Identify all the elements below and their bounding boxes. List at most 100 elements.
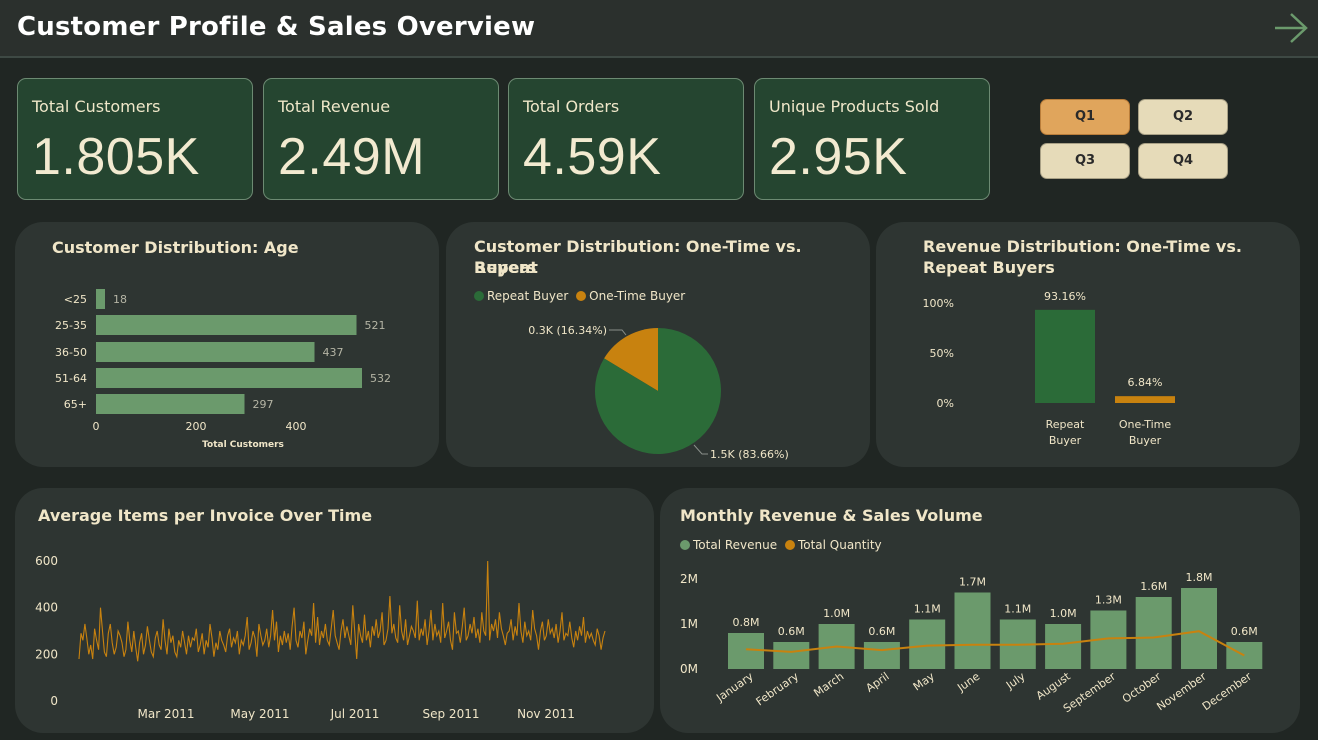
combo-bar — [909, 619, 946, 669]
age-category-label: 51-64 — [55, 372, 87, 385]
age-bar — [96, 368, 362, 388]
rev-data-label: 6.84% — [1128, 376, 1163, 389]
combo-x-tick: May — [911, 670, 937, 694]
age-x-axis-label: Total Customers — [202, 440, 284, 450]
combo-data-label: 0.6M — [868, 625, 895, 638]
line-x-tick: May 2011 — [230, 707, 289, 721]
combo-y-tick: 2M — [680, 572, 698, 586]
combo-data-label: 1.6M — [1140, 580, 1167, 593]
combo-x-tick: June — [954, 670, 982, 695]
combo-y-tick: 0M — [680, 662, 698, 676]
age-category-label: 36-50 — [55, 346, 87, 359]
line-x-tick: Mar 2011 — [138, 707, 195, 721]
age-bar — [96, 394, 245, 414]
quarter-button-q4[interactable]: Q4 — [1138, 143, 1228, 179]
arrow-right-icon[interactable] — [1272, 10, 1310, 46]
buyer-distribution-card: Customer Distribution: One-Time vs. Repe… — [446, 222, 870, 467]
line-y-tick: 400 — [35, 601, 58, 615]
age-x-tick: 400 — [286, 420, 307, 433]
revenue-distribution-card: Revenue Distribution: One-Time vs. Repea… — [876, 222, 1300, 467]
buyer-pie-chart: 0.3K (16.34%) 1.5K (83.66%) — [528, 324, 789, 461]
line-y-tick: 0 — [50, 694, 58, 708]
kpi-label: Total Orders — [523, 97, 620, 116]
items-per-invoice-card: Average Items per Invoice Over Time 0 200… — [15, 488, 654, 733]
combo-data-label: 1.8M — [1186, 571, 1213, 584]
combo-data-label: 0.6M — [1231, 625, 1258, 638]
kpi-value: 2.95K — [769, 128, 908, 186]
combo-bar — [1045, 624, 1082, 669]
pie-label-one-time: 0.3K (16.34%) — [528, 324, 607, 337]
age-value-label: 521 — [365, 319, 386, 332]
combo-bar — [1181, 588, 1217, 669]
age-bar — [96, 342, 315, 362]
combo-x-tick: December — [1200, 670, 1255, 714]
age-bar-chart: <25 18 25-35 521 36-50 437 51-64 532 65+ 297 0 200 4… — [55, 289, 391, 450]
age-category-label: 65+ — [64, 398, 87, 411]
combo-data-label: 0.6M — [778, 625, 805, 638]
monthly-combo-chart: 2M 1M 0M 0.8M January 0.6M February 1.0M March 0.… — [680, 571, 1263, 715]
combo-bar — [1226, 642, 1263, 669]
kpi-total-revenue: Total Revenue 2.49M — [263, 78, 499, 200]
combo-data-label: 1.0M — [1050, 607, 1077, 620]
age-value-label: 437 — [323, 346, 344, 359]
age-category-label: 25-35 — [55, 319, 87, 332]
kpi-label: Unique Products Sold — [769, 97, 940, 116]
rev-bar-repeat — [1035, 309, 1095, 403]
combo-bar — [1135, 597, 1172, 669]
line-x-tick: Jul 2011 — [330, 707, 380, 721]
line-x-tick: Nov 2011 — [517, 707, 575, 721]
items-line-chart: 0 200 400 600 Mar 2011 May 2011 Jul 2011 Sep 20… — [35, 554, 606, 721]
rev-y-tick: 100% — [923, 297, 954, 310]
kpi-label: Total Customers — [32, 97, 161, 116]
kpi-unique-products: Unique Products Sold 2.95K — [754, 78, 990, 200]
line-series-avg-items — [78, 560, 606, 662]
combo-x-tick: August — [1034, 669, 1074, 702]
age-category-label: <25 — [64, 293, 87, 306]
line-y-tick: 200 — [35, 647, 58, 661]
kpi-value: 2.49M — [278, 128, 426, 186]
age-value-label: 297 — [253, 398, 274, 411]
combo-x-tick: February — [754, 670, 802, 709]
combo-x-tick: July — [1003, 670, 1028, 693]
age-value-label: 18 — [113, 293, 127, 306]
age-x-tick: 0 — [93, 420, 100, 433]
rev-y-tick: 50% — [930, 347, 954, 360]
combo-bar — [728, 633, 764, 669]
line-x-tick: Sep 2011 — [423, 707, 480, 721]
kpi-label: Total Revenue — [278, 97, 391, 116]
combo-bar — [773, 642, 810, 669]
combo-x-tick: November — [1154, 670, 1209, 714]
rev-category-label: Buyer — [1049, 434, 1082, 447]
quarter-button-q1[interactable]: Q1 — [1040, 99, 1130, 135]
combo-bar — [954, 592, 991, 669]
combo-data-label: 1.0M — [823, 607, 850, 620]
line-y-tick: 600 — [35, 554, 58, 568]
combo-data-label: 1.3M — [1095, 594, 1122, 607]
quarter-button-q2[interactable]: Q2 — [1138, 99, 1228, 135]
quarter-button-q3[interactable]: Q3 — [1040, 143, 1130, 179]
age-distribution-card: Customer Distribution: Age <25 18 25-35 521… — [15, 222, 439, 467]
kpi-total-orders: Total Orders 4.59K — [508, 78, 744, 200]
combo-data-label: 1.1M — [914, 603, 941, 616]
combo-data-label: 1.7M — [959, 576, 986, 589]
combo-x-tick: April — [864, 670, 892, 695]
age-bar — [96, 315, 357, 335]
rev-y-tick: 0% — [937, 397, 954, 410]
page-title: Customer Profile & Sales Overview — [17, 12, 536, 42]
rev-bar-one-time — [1115, 396, 1175, 403]
monthly-revenue-card: Monthly Revenue & Sales Volume Total Rev… — [660, 488, 1300, 733]
combo-data-label: 0.8M — [733, 616, 760, 629]
combo-bar — [863, 642, 900, 669]
pie-label-repeat: 1.5K (83.66%) — [710, 448, 789, 461]
age-value-label: 532 — [370, 372, 391, 385]
age-x-tick: 200 — [186, 420, 207, 433]
rev-category-label: One-Time — [1119, 418, 1172, 431]
kpi-value: 1.805K — [32, 128, 200, 186]
rev-category-label: Buyer — [1129, 434, 1162, 447]
kpi-value: 4.59K — [523, 128, 662, 186]
combo-y-tick: 1M — [680, 617, 698, 631]
pie-leader-line — [693, 444, 708, 455]
combo-x-tick: January — [713, 670, 756, 705]
combo-data-label: 1.1M — [1004, 603, 1031, 616]
age-bar — [96, 289, 105, 309]
